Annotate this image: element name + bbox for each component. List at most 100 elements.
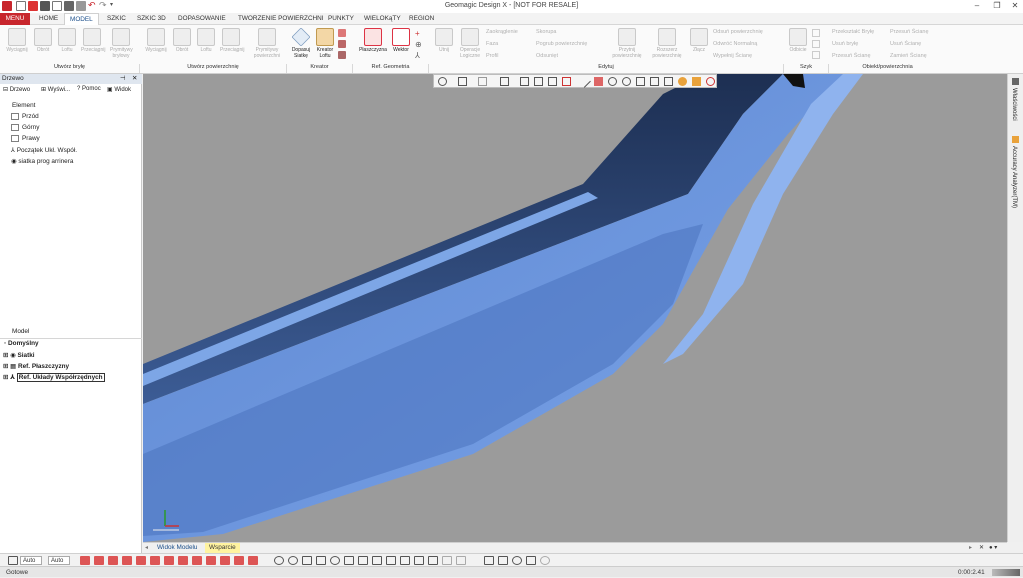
view-select-icon[interactable] [438, 77, 447, 86]
selection-mode-icon[interactable] [8, 556, 18, 565]
view-normal-icon[interactable] [344, 556, 354, 565]
delete-body-button[interactable]: Usuń bryłę [832, 41, 858, 47]
orbit-icon[interactable] [288, 556, 298, 565]
display-normals-icon[interactable] [498, 556, 508, 565]
wizard-small-icon-1[interactable] [338, 29, 346, 37]
select-face-icon[interactable] [108, 556, 118, 565]
view-back-icon[interactable] [520, 77, 529, 86]
restore-icon[interactable]: ❐ [990, 1, 1004, 12]
model-viewport[interactable] [143, 74, 1007, 542]
tab-drzewo[interactable]: ⊟ Drzewo [3, 86, 30, 93]
display-lighting-icon[interactable] [512, 556, 522, 565]
select-region-icon[interactable] [94, 556, 104, 565]
shell-button[interactable]: Skorupa [536, 29, 557, 35]
view-left-icon[interactable] [534, 77, 543, 86]
coordinate-icon[interactable]: ⊕ [415, 40, 422, 49]
boolean-button[interactable]: Operacje Logiczne [457, 27, 483, 63]
filter-dropdown-1[interactable]: Auto [20, 556, 42, 565]
surface-sweep-button[interactable]: Przeciągnij [220, 27, 244, 63]
tab-szkic[interactable]: SZKIC [102, 13, 131, 25]
tab-widok-modelu[interactable]: Widok Modelu [153, 543, 202, 553]
mesh-fit-button[interactable]: Dopasuj Siatkę [290, 27, 312, 63]
solid-sweep-button[interactable]: Przeciągnij [81, 27, 105, 63]
accuracy-analyzer-tab[interactable]: Accuracy Analyzer(TM) [1011, 146, 1017, 208]
zoom-icon[interactable] [330, 556, 340, 565]
tab-wielokaty[interactable]: WIELOKąTY [359, 13, 406, 25]
tree-item-gorny[interactable]: Górny [11, 124, 39, 131]
view-right-icon[interactable] [548, 77, 557, 86]
view-bottom-icon[interactable] [386, 556, 396, 565]
model-item-ref-uklady[interactable]: ⊞ ⅄ Ref. Układy Współrzędnych [3, 373, 105, 382]
view-zoom-icon[interactable] [622, 77, 631, 86]
view-front-icon[interactable] [500, 77, 509, 86]
tree-item-mesh[interactable]: ◉ siatka prog arrinera [11, 157, 73, 165]
loft-wizard-button[interactable]: Kreator Loftu [314, 27, 336, 63]
fill-face-button[interactable]: Wypełnij Ścianę [713, 53, 752, 59]
view-options-icon[interactable] [456, 556, 466, 565]
select-plane-icon[interactable] [206, 556, 216, 565]
surface-primitives-button[interactable]: Prymitywy powierzchni [253, 27, 281, 63]
view-wire-icon[interactable] [664, 77, 673, 86]
tab-wsparcie[interactable]: Wsparcie [205, 543, 240, 553]
model-item-ref-plaszczyzny[interactable]: ⊞ ▦ Ref. Płaszczyzny [3, 362, 69, 370]
view-section-icon[interactable] [562, 77, 571, 86]
select-mesh-icon[interactable] [80, 556, 90, 565]
tab-wyswietl[interactable]: ⊞ Wyświ... [41, 86, 70, 93]
view-render-icon[interactable] [594, 77, 603, 86]
view-color-icon[interactable] [692, 77, 701, 86]
select-vertex-icon[interactable] [136, 556, 146, 565]
close-icon[interactable]: ✕ [1008, 1, 1022, 12]
select-curve-icon[interactable] [178, 556, 188, 565]
tab-menu-icon[interactable]: ● ▾ [989, 544, 997, 551]
solid-revolve-button[interactable]: Obrót [32, 27, 54, 63]
tab-home[interactable]: HOME [34, 13, 63, 25]
view-measure-icon[interactable] [578, 75, 591, 88]
merge-button[interactable]: Złącz [688, 27, 710, 63]
solid-extrude-button[interactable]: Wyciągnij [6, 27, 28, 63]
tab-widok[interactable]: ▣ Widok [107, 86, 131, 93]
surface-loft-button[interactable]: Loftu [195, 27, 217, 63]
tab-region[interactable]: REGION [404, 13, 439, 25]
view-clip-icon[interactable] [428, 556, 438, 565]
display-mode-icon[interactable] [484, 556, 494, 565]
extend-surface-button[interactable]: Rozszerz powierzchnię [648, 27, 686, 63]
minimize-icon[interactable]: – [970, 1, 984, 12]
filter-dropdown-2[interactable]: Auto [48, 556, 70, 565]
display-transparency-icon[interactable] [540, 556, 550, 565]
surface-extrude-button[interactable]: Wyciągnij [145, 27, 167, 63]
view-orbit-icon[interactable] [608, 77, 617, 86]
view-grid-icon[interactable] [414, 556, 424, 565]
move-face-button-2[interactable]: Przesuń Ścianę [890, 29, 929, 35]
model-item-domyslny[interactable]: ▫ Domyślny [4, 340, 39, 347]
select-point-icon[interactable] [192, 556, 202, 565]
properties-tab[interactable]: Właściwości [1011, 88, 1017, 121]
tree-item-przod[interactable]: Przód [11, 113, 39, 120]
display-color-icon[interactable] [526, 556, 536, 565]
select-sketch-icon[interactable] [164, 556, 174, 565]
tab-szkic-3d[interactable]: SZKIC 3D [132, 13, 171, 25]
transform-body-button[interactable]: Przekształć Bryłę [832, 29, 874, 35]
csys-icon[interactable]: ⅄ [415, 51, 420, 60]
replace-face-button[interactable]: Zamień Ścianę [890, 53, 927, 59]
tab-tworzenie-powierzchni[interactable]: TWORZENIE POWIERZCHNI [233, 13, 329, 25]
snap-icon[interactable] [274, 556, 284, 565]
plane-button[interactable]: Płaszczyzna [357, 27, 389, 63]
surface-revolve-button[interactable]: Obrót [171, 27, 193, 63]
fillet-button[interactable]: Zaokrąglenie [486, 29, 518, 35]
view-fit-icon[interactable] [636, 77, 645, 86]
chamfer-button[interactable]: Faza [486, 41, 498, 47]
view-window-icon[interactable] [650, 77, 659, 86]
pin-icon[interactable]: ⊣ [120, 74, 126, 84]
move-face-button[interactable]: Przesuń Ścianę [832, 53, 871, 59]
point-icon[interactable]: + [415, 29, 420, 38]
select-all-icon[interactable] [248, 556, 258, 565]
wizard-small-icon-2[interactable] [338, 40, 346, 48]
tab-close-icon[interactable]: ✕ [979, 544, 984, 551]
view-pan-icon[interactable] [478, 77, 487, 86]
tab-scroll-left-icon[interactable]: ◂ [145, 544, 148, 551]
view-iso-icon[interactable] [358, 556, 368, 565]
view-light-icon[interactable] [678, 77, 687, 86]
panel-close-icon[interactable]: ✕ [132, 74, 137, 84]
view-cube-icon[interactable] [458, 77, 467, 86]
vector-button[interactable]: Wektor [390, 27, 412, 63]
